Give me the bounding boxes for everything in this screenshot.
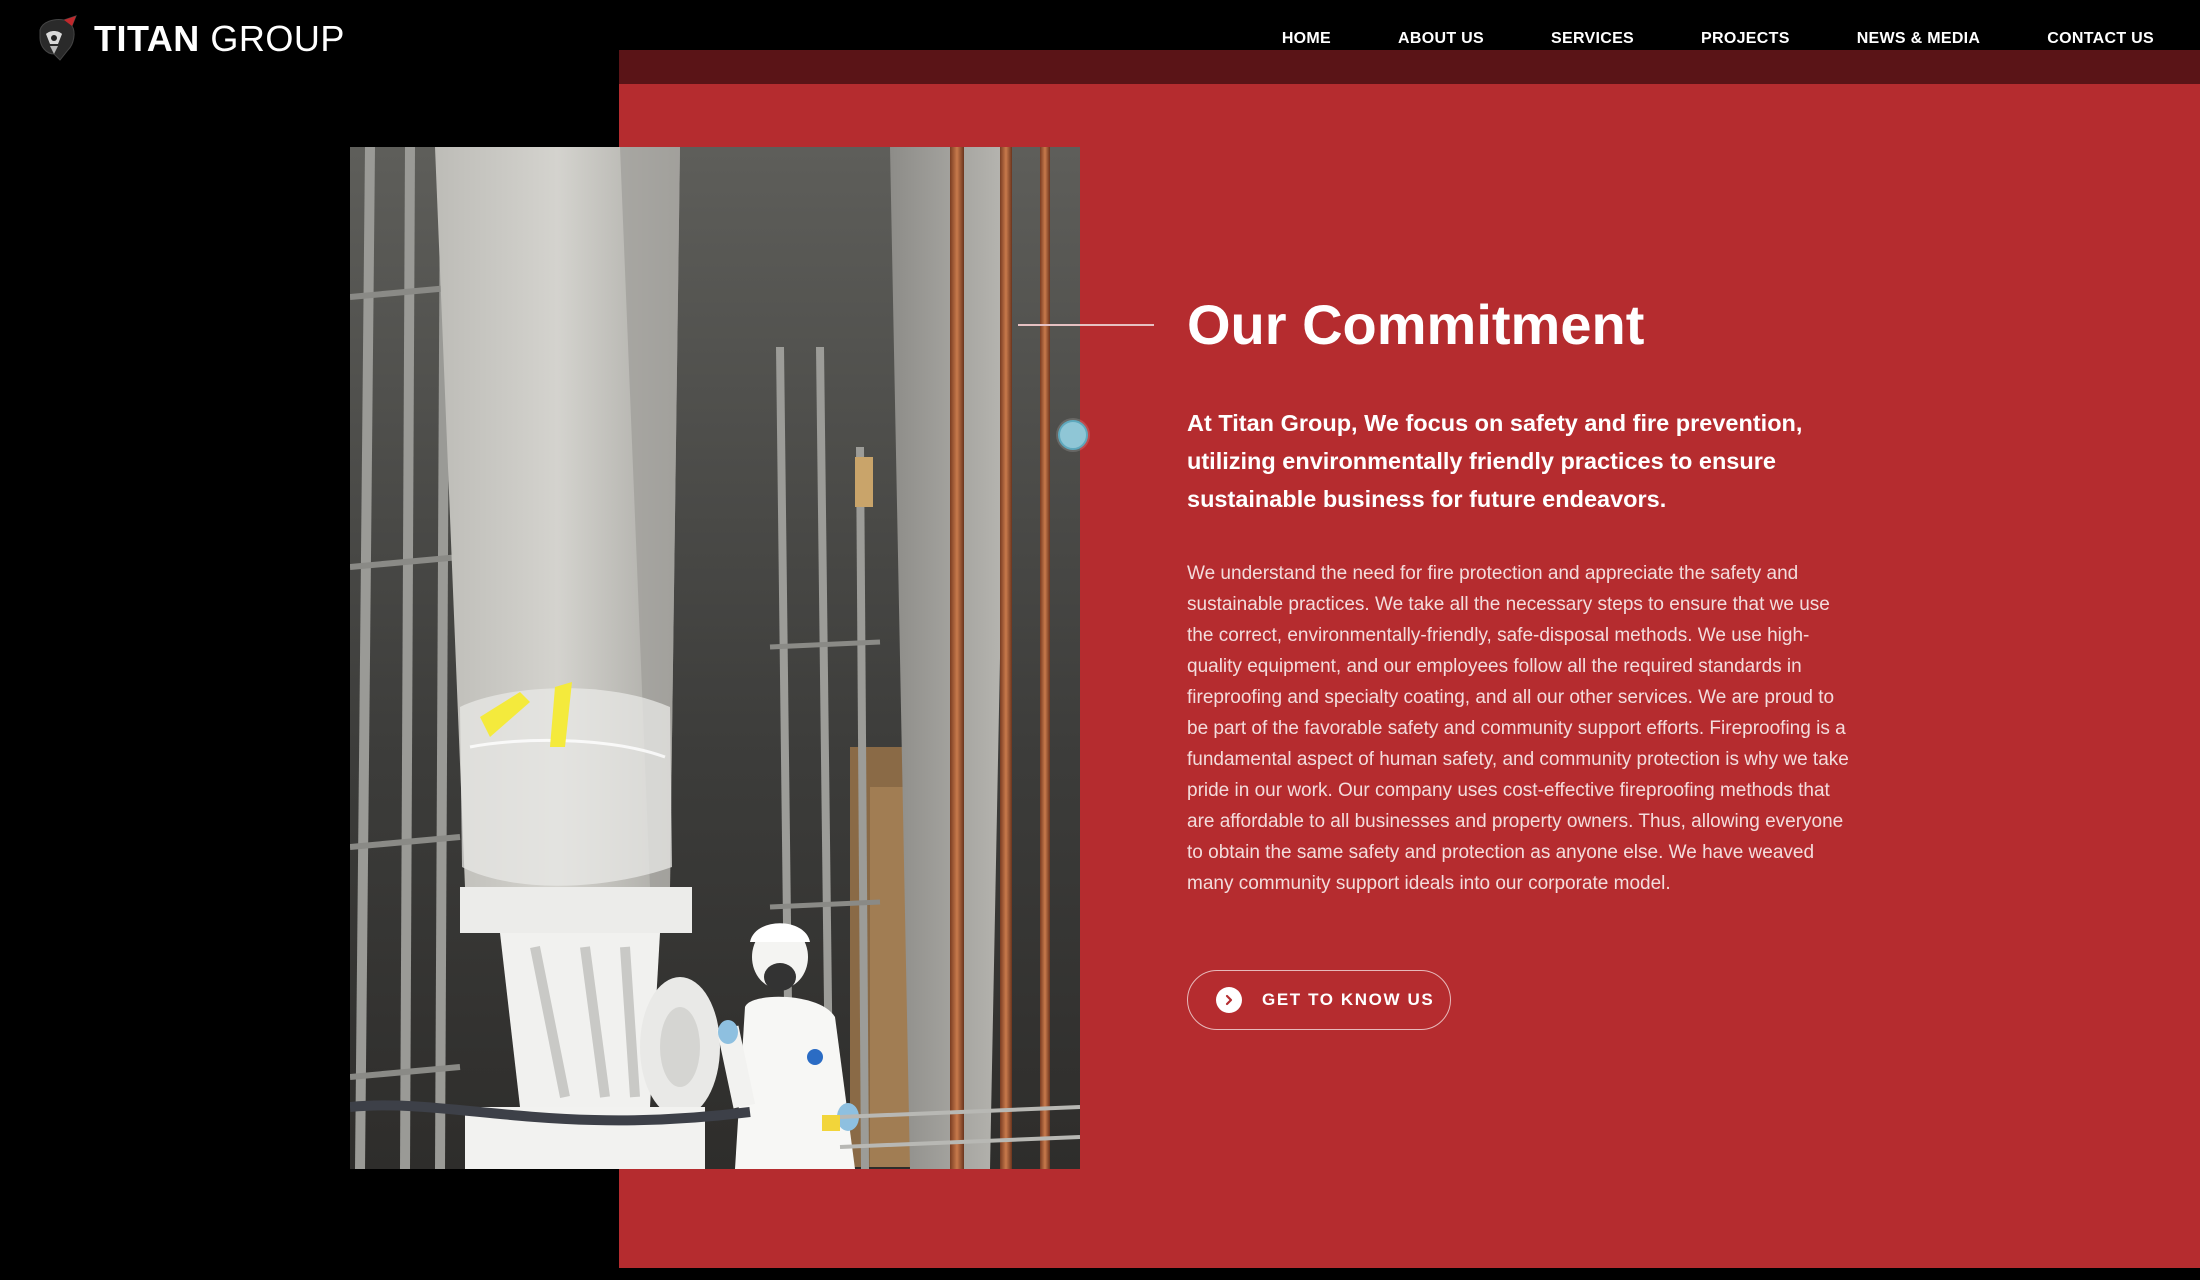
nav-projects[interactable]: PROJECTS — [1701, 30, 1790, 48]
nav-contact-us[interactable]: CONTACT US — [2047, 30, 2154, 48]
nav-news-media[interactable]: NEWS & MEDIA — [1857, 30, 1981, 48]
nav-home[interactable]: HOME — [1282, 30, 1331, 48]
slider-dot[interactable] — [1058, 420, 1088, 450]
brand-name: TITAN GROUP — [94, 18, 345, 60]
brand-name-bold: TITAN — [94, 18, 200, 59]
section-body: We understand the need for fire protecti… — [1187, 563, 1849, 894]
brand-logo[interactable]: TITAN GROUP — [32, 14, 345, 64]
main-nav: HOME ABOUT US SERVICES PROJECTS NEWS & M… — [1282, 30, 2154, 48]
section-lead: At Titan Group, We focus on safety and f… — [1187, 410, 1803, 512]
construction-photo — [350, 147, 1080, 1169]
brand-name-light: GROUP — [210, 18, 345, 59]
get-to-know-us-button[interactable]: GET TO KNOW US — [1187, 970, 1451, 1030]
page: TITAN GROUP HOME ABOUT US SERVICES PROJE… — [0, 0, 2200, 1280]
section-title: Our Commitment — [1187, 293, 1645, 356]
cta-label: GET TO KNOW US — [1262, 990, 1435, 1009]
nav-about-us[interactable]: ABOUT US — [1398, 30, 1484, 48]
site-header: TITAN GROUP HOME ABOUT US SERVICES PROJE… — [0, 0, 2200, 84]
nav-services[interactable]: SERVICES — [1551, 30, 1634, 48]
title-rule — [1018, 324, 1154, 326]
warrior-helmet-icon — [32, 14, 82, 64]
chevron-right-circle-icon — [1216, 987, 1242, 1013]
